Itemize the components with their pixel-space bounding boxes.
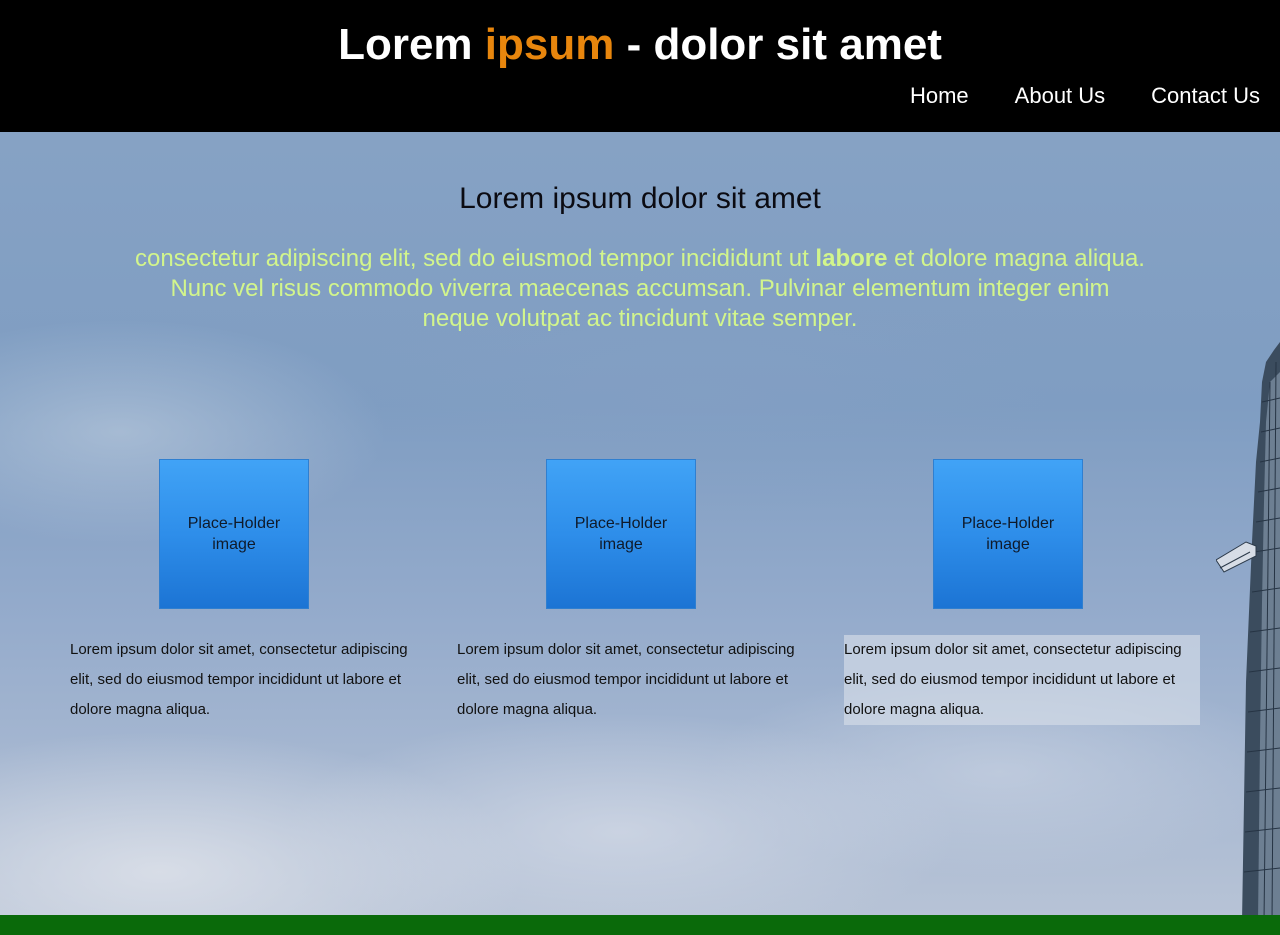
hero-section: Lorem ipsum dolor sit amet consectetur a… <box>0 132 1280 915</box>
site-title-part2: - dolor sit amet <box>614 20 942 69</box>
site-title: Lorem ipsum - dolor sit amet <box>0 18 1280 72</box>
site-header: Lorem ipsum - dolor sit amet Home About … <box>0 0 1280 132</box>
placeholder-image-label: Place-Holder image <box>187 515 281 553</box>
site-title-accent: ipsum <box>484 20 615 69</box>
main-nav: Home About Us Contact Us <box>910 82 1260 110</box>
placeholder-image: Place-Holder image <box>546 459 696 609</box>
site-title-part1: Lorem <box>338 20 485 69</box>
placeholder-image: Place-Holder image <box>159 459 309 609</box>
hero-text-bold: labore <box>815 245 888 272</box>
nav-link-contact-us[interactable]: Contact Us <box>1151 82 1260 110</box>
nav-link-home[interactable]: Home <box>910 82 969 110</box>
placeholder-image-label: Place-Holder image <box>574 515 668 553</box>
footer-bar <box>0 915 1280 935</box>
skyscraper-background <box>1216 342 1280 915</box>
card-text: Lorem ipsum dolor sit amet, consectetur … <box>844 635 1200 725</box>
card-text: Lorem ipsum dolor sit amet, consectetur … <box>457 641 795 718</box>
card-text: Lorem ipsum dolor sit amet, consectetur … <box>70 641 408 718</box>
nav-link-about-us[interactable]: About Us <box>1015 82 1106 110</box>
placeholder-image: Place-Holder image <box>933 459 1083 609</box>
hero-text: consectetur adipiscing elit, sed do eius… <box>135 244 1145 334</box>
placeholder-image-label: Place-Holder image <box>961 515 1055 553</box>
hero-heading: Lorem ipsum dolor sit amet <box>459 182 821 215</box>
hero-text-start: consectetur adipiscing elit, sed do eius… <box>135 245 816 272</box>
